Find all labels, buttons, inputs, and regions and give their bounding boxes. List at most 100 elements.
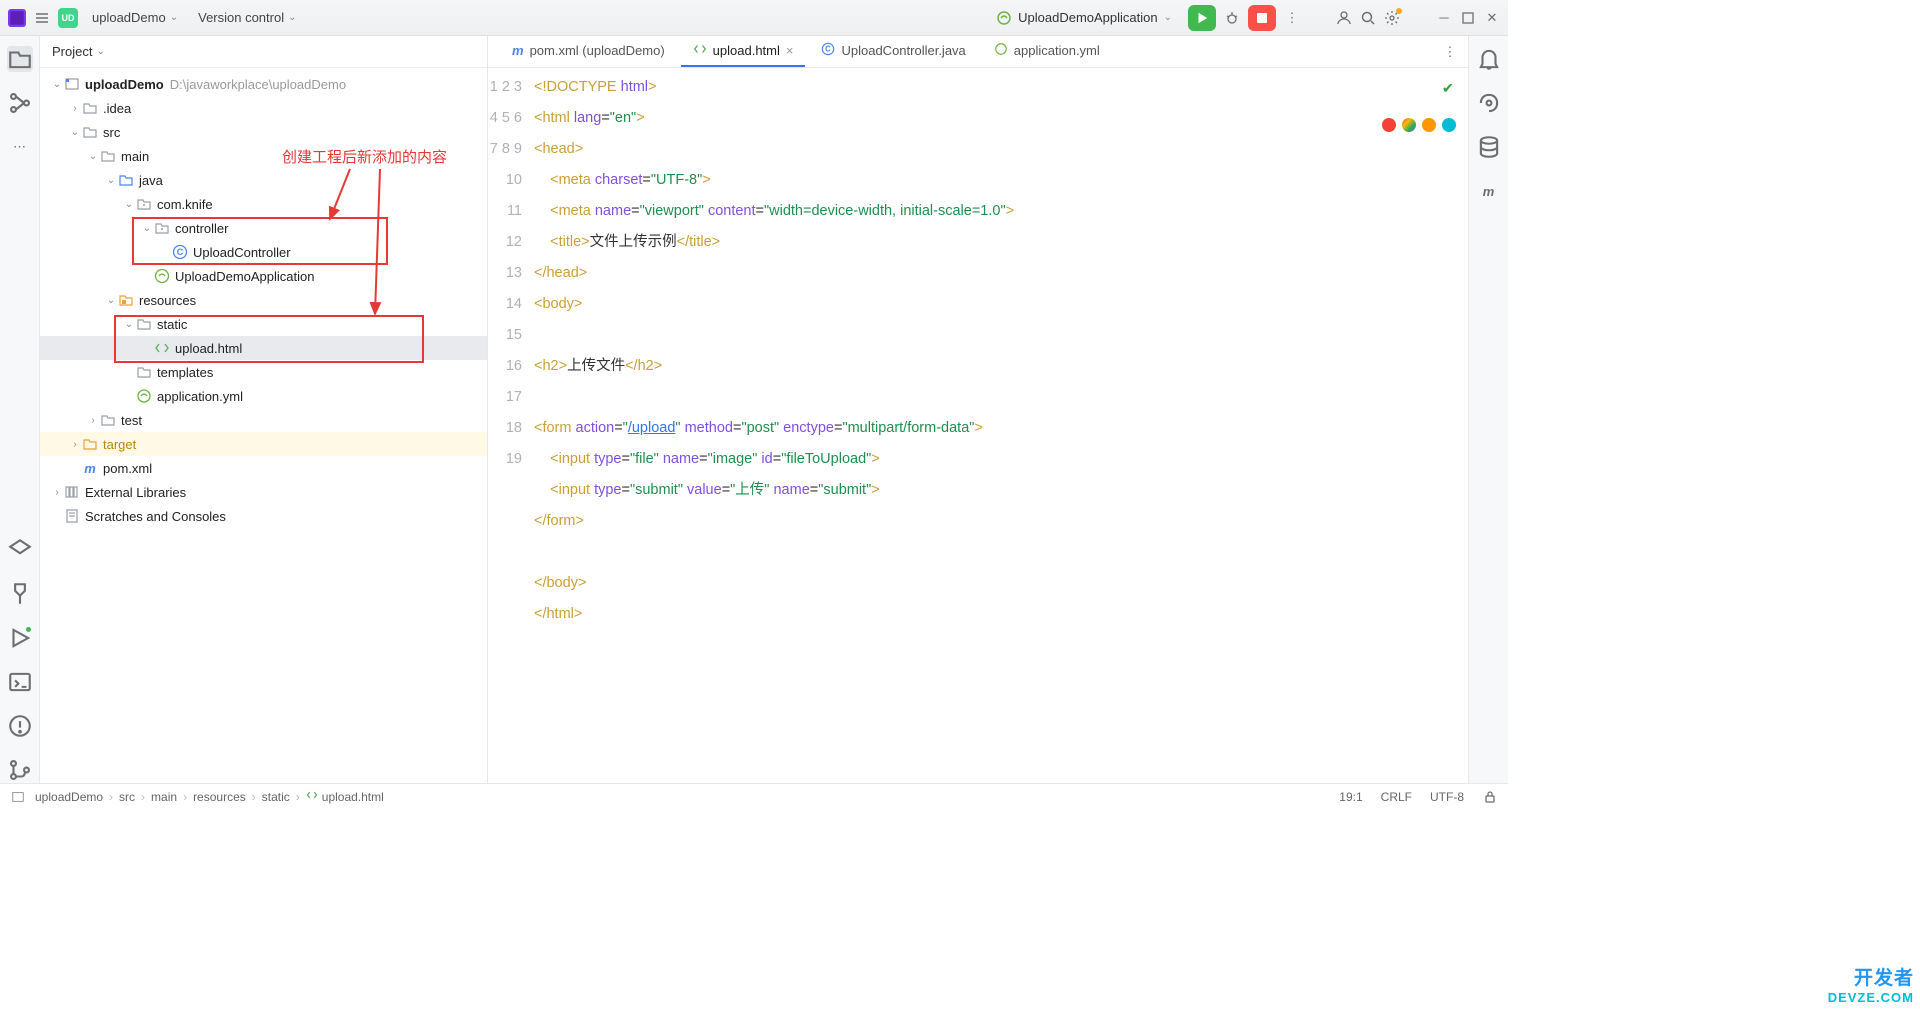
- expand-arrow-icon[interactable]: ⌄: [122, 319, 136, 330]
- expand-arrow-icon[interactable]: ›: [68, 439, 82, 450]
- expand-arrow-icon[interactable]: ⌄: [140, 223, 154, 234]
- project-panel-header: Project ⌄: [40, 36, 487, 68]
- stop-button[interactable]: [1248, 5, 1276, 31]
- line-gutter: 1 2 3 4 5 6 7 8 9 10 11 12 13 14 15 16 1…: [488, 68, 534, 783]
- tree-item[interactable]: CUploadController: [40, 240, 487, 264]
- breadcrumb-item[interactable]: uploadDemo: [10, 789, 103, 805]
- tree-item[interactable]: ›.idea: [40, 96, 487, 120]
- tree-item[interactable]: ›target: [40, 432, 487, 456]
- project-selector[interactable]: uploadDemo⌄: [86, 6, 184, 29]
- hamburger-icon[interactable]: [34, 10, 50, 26]
- more-tools-button[interactable]: ⋯: [7, 134, 33, 160]
- tree-item[interactable]: ›External Libraries: [40, 480, 487, 504]
- folder-icon: [82, 124, 98, 140]
- problems-tool-button[interactable]: [7, 713, 33, 739]
- tree-item[interactable]: ⌄resources: [40, 288, 487, 312]
- expand-arrow-icon[interactable]: ⌄: [104, 295, 118, 306]
- expand-arrow-icon[interactable]: ›: [86, 415, 100, 426]
- editor-tab[interactable]: mpom.xml (uploadDemo): [500, 36, 677, 67]
- tree-item[interactable]: ⌄static: [40, 312, 487, 336]
- tree-item[interactable]: application.yml: [40, 384, 487, 408]
- tree-root[interactable]: ⌄uploadDemoD:\javaworkplace\uploadDemo: [40, 72, 487, 96]
- debug-icon[interactable]: [1224, 10, 1240, 26]
- notifications-button[interactable]: [1476, 46, 1502, 72]
- maximize-window-icon[interactable]: [1460, 10, 1476, 26]
- code-editor[interactable]: ✔ 1 2 3 4 5 6 7 8 9 10 11 12 13 14 15 16…: [488, 68, 1468, 783]
- caret-position[interactable]: 19:1: [1339, 790, 1362, 804]
- tree-item[interactable]: templates: [40, 360, 487, 384]
- breadcrumb-item[interactable]: upload.html: [306, 789, 384, 804]
- vcs-selector[interactable]: Version control⌄: [192, 6, 302, 29]
- services-tool-button[interactable]: [7, 537, 33, 563]
- account-icon[interactable]: [1336, 10, 1352, 26]
- editor-tabs: mpom.xml (uploadDemo) upload.html× CUplo…: [488, 36, 1468, 68]
- chevron-down-icon[interactable]: ⌄: [96, 46, 104, 57]
- search-icon[interactable]: [1360, 10, 1376, 26]
- database-button[interactable]: [1476, 134, 1502, 160]
- line-ending[interactable]: CRLF: [1381, 790, 1412, 804]
- project-tree[interactable]: ⌄uploadDemoD:\javaworkplace\uploadDemo ›…: [40, 68, 487, 783]
- expand-arrow-icon[interactable]: ⌄: [122, 199, 136, 210]
- svg-text:C: C: [177, 247, 184, 257]
- file-encoding[interactable]: UTF-8: [1430, 790, 1464, 804]
- breadcrumb-item[interactable]: src: [119, 790, 135, 804]
- tree-item[interactable]: ›test: [40, 408, 487, 432]
- maven-file-icon: m: [82, 460, 98, 476]
- minimize-window-icon[interactable]: ─: [1436, 10, 1452, 26]
- settings-icon[interactable]: [1384, 10, 1400, 26]
- ide-logo-icon[interactable]: [8, 9, 26, 27]
- checkmark-icon[interactable]: ✔: [1442, 74, 1454, 105]
- browser-icon[interactable]: [1442, 118, 1456, 132]
- html-file-icon: [306, 789, 318, 804]
- git-tool-button[interactable]: [7, 757, 33, 783]
- resources-folder-icon: [118, 292, 134, 308]
- more-icon[interactable]: ⋮: [1284, 10, 1300, 26]
- class-icon: C: [821, 42, 835, 59]
- library-icon: [64, 484, 80, 500]
- code-content[interactable]: <!DOCTYPE html> <html lang="en"> <head> …: [534, 68, 1468, 783]
- close-icon[interactable]: ×: [786, 43, 794, 58]
- watermark: 开发者 DEVZE.COM: [1828, 963, 1914, 1005]
- expand-arrow-icon[interactable]: ›: [68, 103, 82, 114]
- tree-item[interactable]: UploadDemoApplication: [40, 264, 487, 288]
- tree-item[interactable]: ⌄src: [40, 120, 487, 144]
- editor-tab[interactable]: CUploadController.java: [809, 36, 977, 67]
- tree-item[interactable]: Scratches and Consoles: [40, 504, 487, 528]
- spring-yml-icon: [136, 388, 152, 404]
- expand-arrow-icon[interactable]: ⌄: [86, 151, 100, 162]
- browser-icon[interactable]: [1422, 118, 1436, 132]
- breadcrumb-item[interactable]: static: [262, 790, 290, 804]
- expand-arrow-icon[interactable]: ⌄: [104, 175, 118, 186]
- folder-icon: [82, 100, 98, 116]
- panel-title: Project: [52, 44, 92, 59]
- project-tool-button[interactable]: [7, 46, 33, 72]
- build-tool-button[interactable]: [7, 581, 33, 607]
- maven-button[interactable]: m: [1476, 178, 1502, 204]
- tree-item[interactable]: mpom.xml: [40, 456, 487, 480]
- ai-assistant-button[interactable]: [1476, 90, 1502, 116]
- readonly-toggle-icon[interactable]: [1482, 789, 1498, 805]
- tree-item[interactable]: ⌄com.knife: [40, 192, 487, 216]
- tree-item[interactable]: ⌄java: [40, 168, 487, 192]
- editor-tab[interactable]: application.yml: [982, 36, 1112, 67]
- terminal-tool-button[interactable]: [7, 669, 33, 695]
- module-icon: [64, 76, 80, 92]
- class-icon: C: [172, 244, 188, 260]
- browser-icon[interactable]: [1382, 118, 1396, 132]
- more-icon[interactable]: ⋮: [1442, 44, 1458, 60]
- tree-item[interactable]: ⌄controller: [40, 216, 487, 240]
- expand-arrow-icon[interactable]: ⌄: [50, 79, 64, 90]
- run-config-selector[interactable]: UploadDemoApplication ⌄: [988, 6, 1180, 30]
- run-button[interactable]: [1188, 5, 1216, 31]
- tree-item-selected[interactable]: upload.html: [40, 336, 487, 360]
- structure-tool-button[interactable]: [7, 90, 33, 116]
- expand-arrow-icon[interactable]: ⌄: [68, 127, 82, 138]
- editor-tab-active[interactable]: upload.html×: [681, 36, 806, 67]
- breadcrumb-item[interactable]: main: [151, 790, 177, 804]
- close-window-icon[interactable]: ✕: [1484, 10, 1500, 26]
- expand-arrow-icon[interactable]: ›: [50, 487, 64, 498]
- breadcrumb-item[interactable]: resources: [193, 790, 246, 804]
- browser-icon[interactable]: [1402, 118, 1416, 132]
- run-tool-button[interactable]: [7, 625, 33, 651]
- run-config-label: UploadDemoApplication: [1018, 10, 1157, 25]
